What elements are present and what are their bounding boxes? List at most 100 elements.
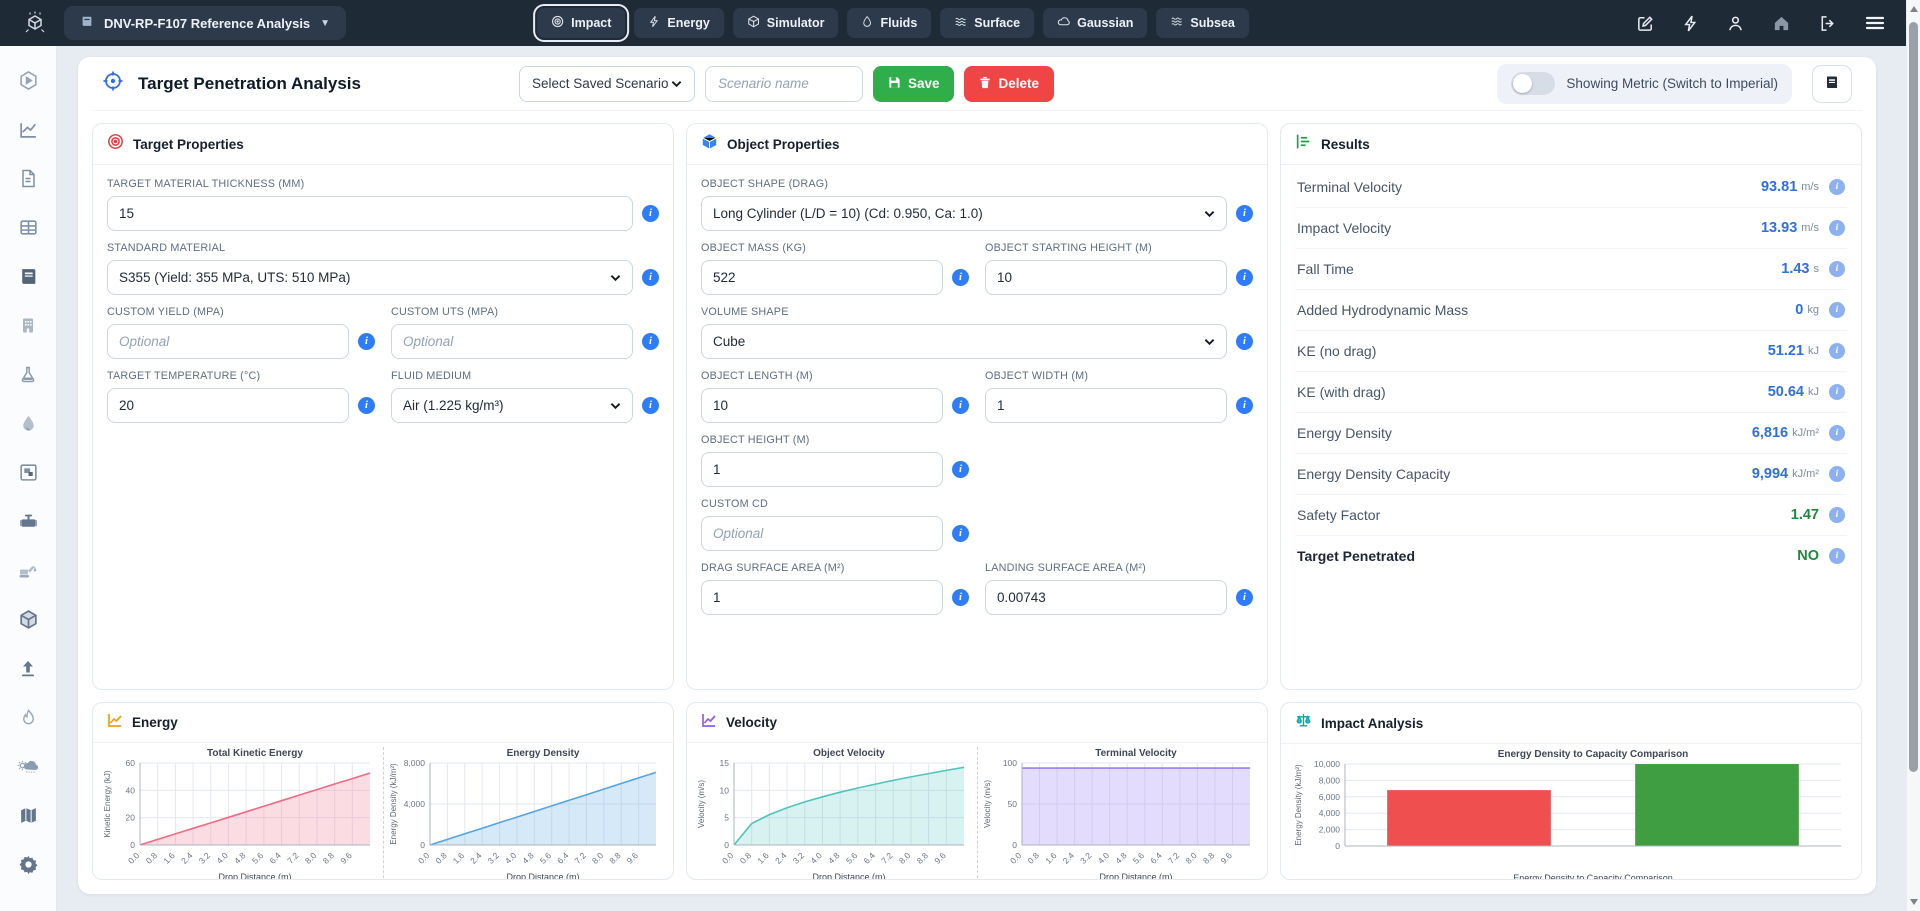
- user-icon[interactable]: [1726, 14, 1745, 33]
- frame-icon[interactable]: [17, 461, 39, 483]
- info-icon[interactable]: i: [1236, 589, 1253, 606]
- object-shape-select[interactable]: Long Cylinder (L/D = 10) (Cd: 0.950, Ca:…: [701, 196, 1227, 231]
- info-icon[interactable]: i: [1236, 205, 1253, 222]
- table-icon[interactable]: [17, 216, 39, 238]
- info-icon[interactable]: i: [952, 397, 969, 414]
- result-unit: kJ/m²: [1792, 468, 1819, 480]
- cloud-gear-icon[interactable]: [17, 755, 39, 777]
- hexagon-badge-icon[interactable]: [17, 69, 39, 91]
- object-width-input[interactable]: [985, 388, 1227, 423]
- flame-icon[interactable]: [17, 706, 39, 728]
- info-icon[interactable]: i: [1829, 302, 1845, 318]
- droplet-icon[interactable]: [17, 412, 39, 434]
- excavator-icon[interactable]: [17, 559, 39, 581]
- info-icon[interactable]: i: [952, 269, 969, 286]
- edit-icon[interactable]: [1636, 14, 1655, 33]
- info-icon[interactable]: i: [1829, 507, 1845, 523]
- upload-icon[interactable]: [17, 657, 39, 679]
- building-icon[interactable]: [17, 314, 39, 336]
- home-icon[interactable]: [1772, 14, 1791, 33]
- terminal-velocity-chart: 0501000.00.81.62.43.24.04.85.66.47.28.08…: [977, 747, 1264, 880]
- object-properties-panel: Object Properties OBJECT SHAPE (DRAG) Lo…: [686, 123, 1268, 690]
- info-icon[interactable]: i: [952, 589, 969, 606]
- result-label: Energy Density Capacity: [1297, 466, 1752, 482]
- reference-book-button[interactable]: [1812, 65, 1852, 103]
- panel-title: Energy: [132, 715, 178, 730]
- info-icon[interactable]: i: [1829, 466, 1845, 482]
- info-icon[interactable]: i: [1829, 548, 1845, 564]
- custom-yield-input[interactable]: [107, 324, 349, 359]
- unit-toggle[interactable]: Showing Metric (Switch to Imperial): [1497, 64, 1792, 104]
- info-icon[interactable]: i: [642, 397, 659, 414]
- menu-icon[interactable]: [1864, 14, 1886, 32]
- info-icon[interactable]: i: [1829, 384, 1845, 400]
- settings-icon[interactable]: [17, 853, 39, 875]
- info-icon[interactable]: i: [1829, 425, 1845, 441]
- drag-surface-area-input[interactable]: [701, 580, 943, 615]
- tab-simulator[interactable]: Simulator: [733, 8, 839, 38]
- object-starting-height-input[interactable]: [985, 260, 1227, 295]
- scrollbar-thumb[interactable]: [1909, 22, 1918, 772]
- info-icon[interactable]: i: [358, 397, 375, 414]
- info-icon[interactable]: i: [1829, 261, 1845, 277]
- target-thickness-input[interactable]: [107, 196, 633, 231]
- tab-gaussian[interactable]: Gaussian: [1043, 8, 1147, 38]
- info-icon[interactable]: i: [1829, 343, 1845, 359]
- tab-subsea[interactable]: Subsea: [1156, 8, 1248, 38]
- delete-button[interactable]: Delete: [964, 66, 1054, 102]
- flask-icon[interactable]: [17, 363, 39, 385]
- scroll-down-arrow[interactable]: [1910, 899, 1918, 905]
- tab-impact[interactable]: Impact: [537, 8, 625, 38]
- result-value: 1.43: [1781, 261, 1809, 277]
- toggle-knob: [1513, 74, 1532, 93]
- object-length-input[interactable]: [701, 388, 943, 423]
- object-mass-input[interactable]: [701, 260, 943, 295]
- info-icon[interactable]: i: [642, 269, 659, 286]
- info-icon[interactable]: i: [952, 525, 969, 542]
- object-height-input[interactable]: [701, 452, 943, 487]
- svg-text:100: 100: [1003, 758, 1017, 768]
- info-icon[interactable]: i: [1236, 269, 1253, 286]
- custom-uts-input[interactable]: [391, 324, 633, 359]
- info-icon[interactable]: i: [1236, 333, 1253, 350]
- map-icon[interactable]: [17, 804, 39, 826]
- cube-icon[interactable]: [17, 608, 39, 630]
- document-icon[interactable]: [17, 167, 39, 189]
- bolt-icon[interactable]: [1682, 14, 1699, 33]
- save-button[interactable]: Save: [873, 66, 955, 102]
- saved-scenario-select[interactable]: Select Saved Scenario: [519, 66, 695, 102]
- info-icon[interactable]: i: [952, 461, 969, 478]
- tab-fluids[interactable]: Fluids: [847, 8, 931, 38]
- svg-text:6.4: 6.4: [267, 850, 283, 866]
- info-icon[interactable]: i: [642, 333, 659, 350]
- result-label: Impact Velocity: [1297, 220, 1761, 236]
- svg-text:8.8: 8.8: [1201, 850, 1217, 866]
- result-value: 0: [1795, 302, 1803, 318]
- scenario-name-input[interactable]: [705, 66, 863, 102]
- pipeline-icon[interactable]: [17, 510, 39, 532]
- result-label: KE (no drag): [1297, 343, 1768, 359]
- tab-surface[interactable]: Surface: [940, 8, 1034, 38]
- toggle-switch[interactable]: [1511, 72, 1555, 95]
- svg-text:8,000: 8,000: [404, 758, 426, 768]
- volume-shape-select[interactable]: Cube: [701, 324, 1227, 359]
- scroll-up-arrow[interactable]: [1910, 6, 1918, 12]
- info-icon[interactable]: i: [1236, 397, 1253, 414]
- custom-cd-input[interactable]: [701, 516, 943, 551]
- signout-icon[interactable]: [1818, 14, 1837, 33]
- landing-surface-area-input[interactable]: [985, 580, 1227, 615]
- info-icon[interactable]: i: [642, 205, 659, 222]
- info-icon[interactable]: i: [358, 333, 375, 350]
- workspace-selector[interactable]: DNV-RP-F107 Reference Analysis ▼: [64, 6, 346, 40]
- info-icon[interactable]: i: [1829, 220, 1845, 236]
- tab-energy[interactable]: Energy: [634, 8, 723, 38]
- book-icon[interactable]: [17, 265, 39, 287]
- line-chart-icon[interactable]: [17, 118, 39, 140]
- svg-text:0: 0: [130, 840, 135, 850]
- target-temperature-input[interactable]: [107, 388, 349, 423]
- fluid-medium-select[interactable]: Air (1.225 kg/m³): [391, 388, 633, 423]
- navbar-actions: [1636, 14, 1886, 33]
- standard-material-select[interactable]: S355 (Yield: 355 MPa, UTS: 510 MPa): [107, 260, 633, 295]
- cube-icon: [701, 133, 718, 155]
- info-icon[interactable]: i: [1829, 179, 1845, 195]
